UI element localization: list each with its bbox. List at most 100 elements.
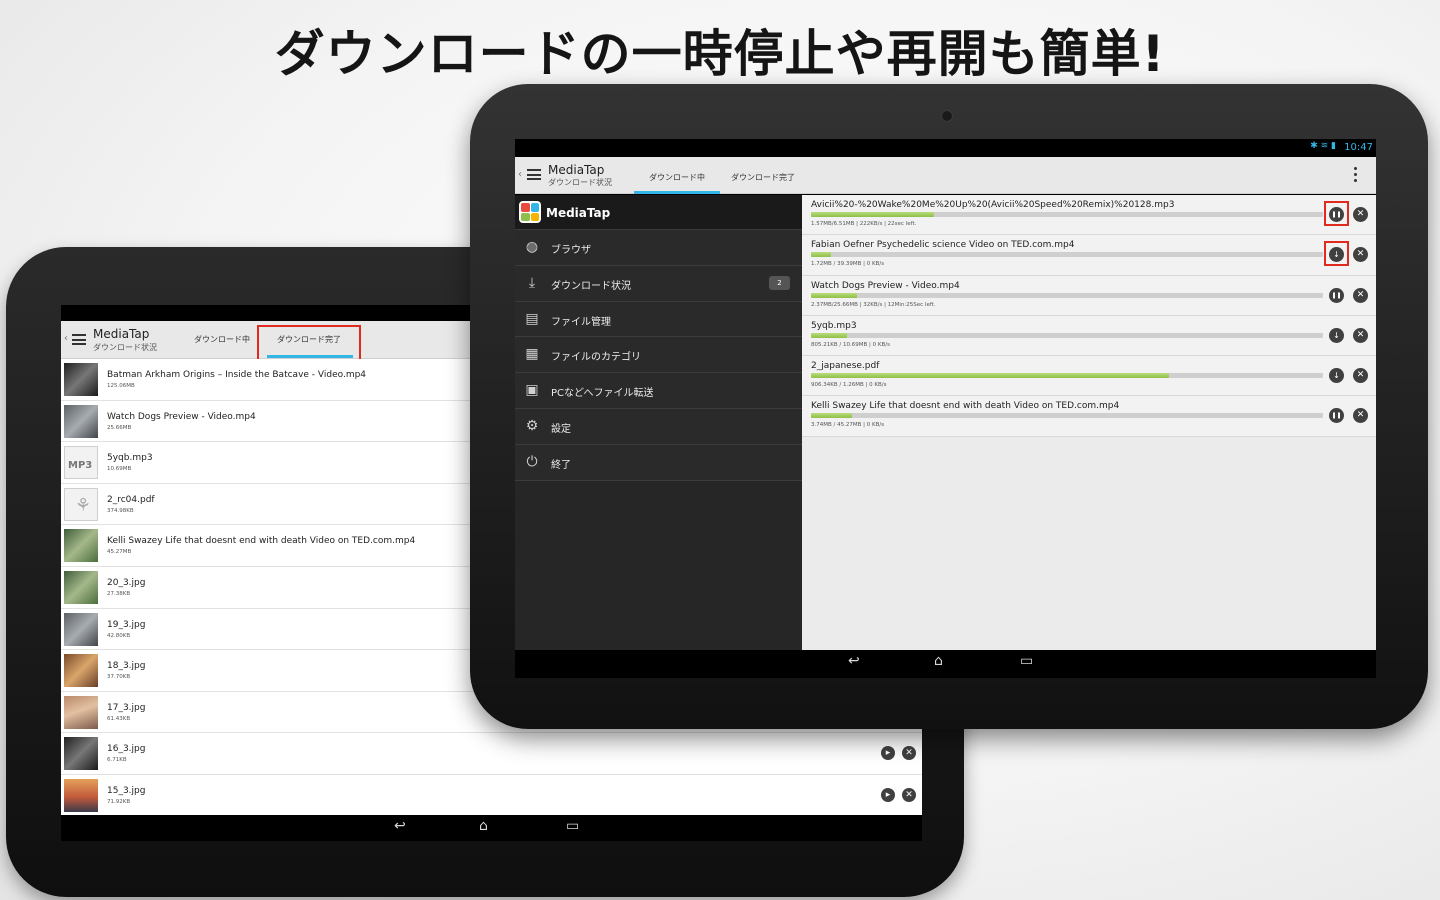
file-name: 20_3.jpg <box>107 577 146 588</box>
close-icon[interactable]: ✕ <box>902 746 916 761</box>
download-item[interactable]: 2_japanese.pdf 906.34KB / 1.26MB | 0 KB/s… <box>802 356 1376 397</box>
tab-completed[interactable]: ダウンロード完了 <box>731 172 795 183</box>
drawer-item-label: 設定 <box>551 423 571 435</box>
file-name: 18_3.jpg <box>107 661 146 672</box>
cancel-icon[interactable]: ✕ <box>1353 368 1368 384</box>
status-bar: ✱ ≋ ▮ 10:47 <box>515 139 1376 157</box>
play-icon[interactable]: ▸ <box>881 746 895 761</box>
play-icon[interactable]: ▸ <box>881 787 895 802</box>
file-name: 19_3.jpg <box>107 619 146 630</box>
folder-icon: ▤ <box>525 310 539 327</box>
cancel-icon[interactable]: ✕ <box>1353 287 1368 303</box>
download-file-name: 5yqb.mp3 <box>811 320 857 331</box>
resume-download-icon[interactable]: ↓ <box>1329 368 1344 384</box>
overflow-menu-icon[interactable] <box>1354 167 1358 183</box>
recent-apps-icon[interactable]: ▭ <box>1020 653 1033 669</box>
download-item[interactable]: Watch Dogs Preview - Video.mp4 2.37MB/25.… <box>802 275 1376 316</box>
download-file-name: Avicii%20-%20Wake%20Me%20Up%20(Avicii%20… <box>811 200 1175 210</box>
tab-downloading[interactable]: ダウンロード中 <box>194 334 250 345</box>
row-actions: ▸✕ <box>874 746 916 765</box>
file-size: 125.06MB <box>107 383 135 389</box>
file-size: 10.69MB <box>107 466 132 473</box>
cancel-icon[interactable]: ✕ <box>1353 247 1368 263</box>
file-size: 71.92KB <box>107 798 131 805</box>
mp3-file-icon: MP3 <box>64 446 98 480</box>
progress-fill <box>811 373 1170 379</box>
file-name: 16_3.jpg <box>107 744 146 755</box>
app-title: MediaTap <box>93 327 150 341</box>
drawer-item-label: ファイルのカテゴリ <box>551 352 641 364</box>
up-chevron-icon[interactable]: ‹ <box>518 169 522 180</box>
thumbnail <box>64 778 98 812</box>
thumbnail <box>64 695 98 729</box>
thumbnail <box>64 612 98 646</box>
back-icon[interactable]: ↩ <box>848 653 860 669</box>
file-name: 2_rc04.pdf <box>107 494 155 505</box>
download-info: 3.74MB / 45.27MB | 0 KB/s <box>811 422 885 429</box>
drawer-item-exit[interactable]: ⏻ 終了 <box>515 445 802 481</box>
file-name: 5yqb.mp3 <box>107 453 153 464</box>
action-bar: ‹ MediaTap ダウンロード状況 ダウンロード中 ダウンロード完了 <box>515 157 1376 194</box>
progress-bar <box>811 413 1323 419</box>
download-file-name: 2_japanese.pdf <box>811 361 880 372</box>
camera-lens <box>941 110 953 122</box>
wifi-signal-icon: ✱ ≋ ▮ <box>1310 141 1336 151</box>
drawer-item-file-category[interactable]: ▦ ファイルのカテゴリ <box>515 337 802 374</box>
recent-apps-icon[interactable]: ▭ <box>566 818 579 834</box>
progress-bar <box>811 292 1323 298</box>
cancel-icon[interactable]: ✕ <box>1353 408 1368 424</box>
drawer-item-label: PCなどへファイル転送 <box>551 388 654 400</box>
download-item[interactable]: Kelli Swazey Life that doesnt end with d… <box>802 396 1376 437</box>
cancel-icon[interactable]: ✕ <box>1353 207 1368 222</box>
drawer-toggle-icon[interactable] <box>527 169 541 180</box>
drawer-item-label: ダウンロード状況 <box>551 280 631 292</box>
file-name: Watch Dogs Preview - Video.mp4 <box>107 411 256 422</box>
drawer-item-file-manager[interactable]: ▤ ファイル管理 <box>515 302 802 338</box>
thumbnail <box>64 737 98 771</box>
home-icon[interactable]: ⌂ <box>479 818 488 834</box>
close-icon[interactable]: ✕ <box>902 787 916 802</box>
list-item[interactable]: 16_3.jpg 6.71KB ▸ ✕ <box>61 733 922 775</box>
downloads-list: Avicii%20-%20Wake%20Me%20Up%20(Avicii%20… <box>802 195 1376 650</box>
list-item[interactable]: 15_3.jpg 71.92KB ▸ ✕ <box>61 774 922 817</box>
globe-icon: ◍ <box>525 239 539 255</box>
download-item[interactable]: Avicii%20-%20Wake%20Me%20Up%20(Avicii%20… <box>802 195 1376 236</box>
file-size: 25.66MB <box>107 424 132 431</box>
cancel-icon[interactable]: ✕ <box>1353 327 1368 343</box>
drawer-item-label: 終了 <box>551 459 571 471</box>
progress-fill <box>811 212 934 217</box>
download-file-name: Watch Dogs Preview - Video.mp4 <box>811 280 960 291</box>
back-icon[interactable]: ↩ <box>394 818 406 834</box>
back-nav-bar: ↩ ⌂ ▭ <box>61 815 922 841</box>
drawer-item-settings[interactable]: ⚙ 設定 <box>515 409 802 445</box>
drawer-item-browser[interactable]: ◍ ブラウザ <box>515 230 802 266</box>
highlight-box <box>257 325 361 362</box>
drawer-toggle-icon[interactable] <box>72 334 86 345</box>
drawer-empty-area <box>515 480 802 678</box>
drawer-item-download-status[interactable]: ⤓ ダウンロード状況 2 <box>515 266 802 302</box>
drawer-app-name: MediaTap <box>546 206 611 220</box>
tab-downloading[interactable]: ダウンロード中 <box>649 172 705 183</box>
gear-icon: ⚙ <box>525 417 539 434</box>
app-subtitle: ダウンロード状況 <box>93 343 157 352</box>
download-item[interactable]: Fabian Oefner Psychedelic science Video … <box>802 235 1376 276</box>
file-size: 61.43KB <box>107 715 131 722</box>
pause-icon[interactable]: ❚❚ <box>1329 287 1344 303</box>
resume-download-icon[interactable]: ↓ <box>1329 327 1344 343</box>
pc-transfer-icon: ▣ <box>525 382 539 399</box>
progress-fill <box>811 252 832 258</box>
progress-bar <box>811 332 1323 338</box>
home-icon[interactable]: ⌂ <box>934 653 943 669</box>
download-item[interactable]: 5yqb.mp3 805.21KB / 10.69MB | 0 KB/s ↓ ✕ <box>802 315 1376 357</box>
pause-icon[interactable]: ❚❚ <box>1329 408 1344 424</box>
app-title: MediaTap <box>548 163 605 177</box>
highlight-box <box>1324 241 1349 267</box>
progress-bar <box>811 252 1323 258</box>
status-time: 10:47 <box>1344 142 1373 153</box>
drawer-item-pc-transfer[interactable]: ▣ PCなどへファイル転送 <box>515 373 802 409</box>
up-chevron-icon[interactable]: ‹ <box>64 333 68 344</box>
progress-bar <box>811 212 1323 217</box>
progress-bar <box>811 373 1323 379</box>
progress-fill <box>811 413 852 419</box>
front-tablet-screen: ✱ ≋ ▮ 10:47 ‹ MediaTap ダウンロード状況 ダウンロード中 … <box>515 139 1376 678</box>
